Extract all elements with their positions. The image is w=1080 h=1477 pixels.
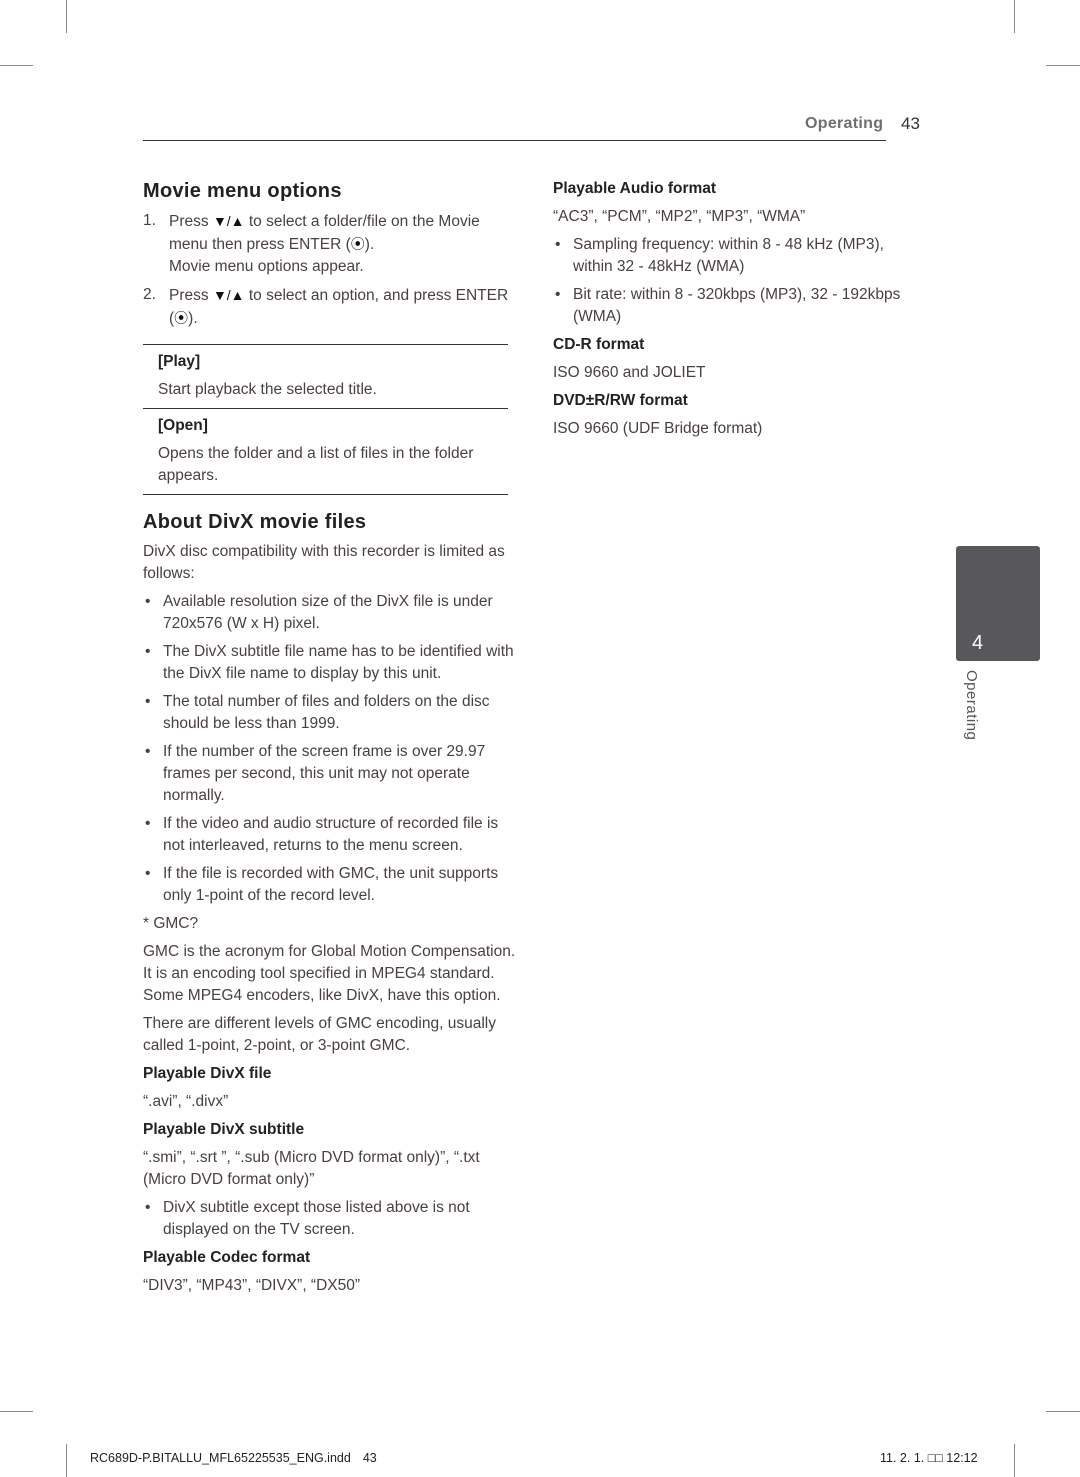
- crop-mark: [66, 1444, 67, 1477]
- option-description: Start playback the selected title.: [158, 381, 377, 398]
- list-item-text: If the file is recorded with GMC, the un…: [163, 865, 499, 904]
- chapter-number: 4: [972, 632, 984, 654]
- list-item: • DivX subtitle except those listed above…: [143, 1197, 518, 1241]
- cdr-format-value: ISO 9660 and JOLIET: [553, 364, 706, 381]
- options-table: [Play] Start playback the selected title…: [143, 344, 508, 495]
- chapter-label-text: Operating: [963, 670, 980, 741]
- footer-page-number: 43: [362, 1451, 377, 1465]
- crop-mark: [66, 0, 67, 33]
- list-item: • Bit rate: within 8 - 320kbps (MP3), 32 …: [553, 284, 918, 328]
- left-column: Movie menu options 1. Press ▼/▲ to selec…: [143, 178, 518, 1303]
- page-number: 43: [901, 114, 920, 133]
- list-item-text: Available resolution size of the DivX fi…: [163, 593, 493, 632]
- step-number: 2.: [143, 286, 156, 303]
- option-row-play: [Play] Start playback the selected title…: [143, 345, 508, 409]
- list-item-text: If the video and audio structure of reco…: [163, 815, 499, 854]
- divx-intro: DivX disc compatibility with this record…: [143, 543, 505, 582]
- footer-filename: RC689D-P.BITALLU_MFL65225535_ENG.indd: [90, 1451, 351, 1465]
- playable-audio-format-value: “AC3”, “PCM”, “MP2”, “MP3”, “WMA”: [553, 208, 806, 225]
- bullet-icon: •: [145, 643, 151, 660]
- step-text: Press: [169, 213, 213, 230]
- crop-mark: [1014, 1444, 1015, 1477]
- divx-limitations-list: • Available resolution size of the DivX f…: [143, 591, 518, 907]
- subheading-cdr-format: CD-R format: [553, 336, 645, 353]
- steps-list: 1. Press ▼/▲ to select a folder/file on …: [143, 210, 518, 330]
- step-item: 1. Press ▼/▲ to select a folder/file on …: [143, 210, 518, 278]
- footer-datetime: 11. 2. 1. □□ 12:12: [880, 1451, 978, 1465]
- down-up-arrow-icon: ▼/▲: [212, 287, 245, 303]
- bullet-icon: •: [145, 693, 151, 710]
- crop-mark: [0, 65, 33, 66]
- subheading-playable-codec-format: Playable Codec format: [143, 1249, 311, 1266]
- enter-button-icon: ⦿: [174, 310, 189, 326]
- step-number: 1.: [143, 212, 156, 229]
- step-text: Press: [169, 287, 213, 304]
- option-name: [Open]: [158, 417, 208, 434]
- bullet-icon: •: [555, 236, 561, 253]
- bullet-icon: •: [145, 743, 151, 760]
- subheading-playable-audio-format: Playable Audio format: [553, 180, 717, 197]
- crop-mark: [0, 1411, 33, 1412]
- gmc-paragraph: GMC is the acronym for Global Motion Com…: [143, 943, 516, 1004]
- down-up-arrow-icon: ▼/▲: [212, 213, 245, 229]
- playable-codec-format-value: “DIV3”, “MP43”, “DIVX”, “DX50”: [143, 1277, 361, 1294]
- step-text: ).: [364, 236, 375, 253]
- subheading-dvd-format: DVD±R/RW format: [553, 392, 688, 409]
- gmc-heading: * GMC?: [143, 915, 199, 932]
- bullet-icon: •: [145, 865, 151, 882]
- dvd-format-value: ISO 9660 (UDF Bridge format): [553, 420, 763, 437]
- list-item: • The DivX subtitle file name has to be i…: [143, 641, 518, 685]
- list-item-text: The DivX subtitle file name has to be id…: [163, 643, 514, 682]
- bullet-icon: •: [555, 286, 561, 303]
- list-item-text: Bit rate: within 8 - 320kbps (MP3), 32 -…: [573, 286, 901, 325]
- step-note: Movie menu options appear.: [169, 258, 364, 275]
- option-description: Opens the folder and a list of files in …: [158, 445, 474, 484]
- crop-mark: [1046, 1411, 1080, 1412]
- section-title-divx: About DivX movie files: [143, 511, 367, 533]
- chapter-label: Operating: [958, 670, 988, 760]
- enter-button-icon: ⦿: [350, 236, 365, 252]
- bullet-icon: •: [145, 815, 151, 832]
- list-item: • Available resolution size of the DivX f…: [143, 591, 518, 635]
- list-item: • Sampling frequency: within 8 - 48 kHz (…: [553, 234, 918, 278]
- chapter-tab: [956, 546, 1040, 661]
- bullet-icon: •: [145, 593, 151, 610]
- list-item-text: DivX subtitle except those listed above …: [163, 1199, 470, 1238]
- gmc-paragraph: There are different levels of GMC encodi…: [143, 1015, 496, 1054]
- subheading-playable-divx-subtitle: Playable DivX subtitle: [143, 1121, 305, 1138]
- list-item: • If the number of the screen frame is ov…: [143, 741, 518, 807]
- playable-divx-subtitle-value: “.smi”, “.srt ”, “.sub (Micro DVD format…: [143, 1149, 480, 1188]
- option-name: [Play]: [158, 353, 201, 370]
- right-column: Playable Audio format “AC3”, “PCM”, “MP2…: [553, 178, 918, 446]
- list-item: • If the video and audio structure of rec…: [143, 813, 518, 857]
- bullet-icon: •: [145, 1199, 151, 1216]
- step-text: ).: [188, 310, 198, 327]
- subheading-playable-divx-file: Playable DivX file: [143, 1065, 272, 1082]
- crop-mark: [1046, 65, 1080, 66]
- playable-divx-file-value: “.avi”, “.divx”: [143, 1093, 229, 1110]
- option-row-open: [Open] Opens the folder and a list of fi…: [143, 409, 508, 495]
- section-title-movie-menu: Movie menu options: [143, 180, 342, 202]
- footer-file-info: RC689D-P.BITALLU_MFL65225535_ENG.indd 43: [90, 1451, 377, 1465]
- header-rule: [143, 140, 886, 141]
- audio-specs-list: • Sampling frequency: within 8 - 48 kHz (…: [553, 234, 918, 328]
- header-section-title: Operating: [805, 115, 884, 132]
- list-item-text: Sampling frequency: within 8 - 48 kHz (M…: [573, 236, 884, 275]
- list-item-text: If the number of the screen frame is ove…: [163, 743, 486, 804]
- subtitle-notes-list: • DivX subtitle except those listed above…: [143, 1197, 518, 1241]
- list-item-text: The total number of files and folders on…: [163, 693, 490, 732]
- list-item: • The total number of files and folders o…: [143, 691, 518, 735]
- crop-mark: [1014, 0, 1015, 33]
- list-item: • If the file is recorded with GMC, the u…: [143, 863, 518, 907]
- step-item: 2. Press ▼/▲ to select an option, and pr…: [143, 284, 518, 330]
